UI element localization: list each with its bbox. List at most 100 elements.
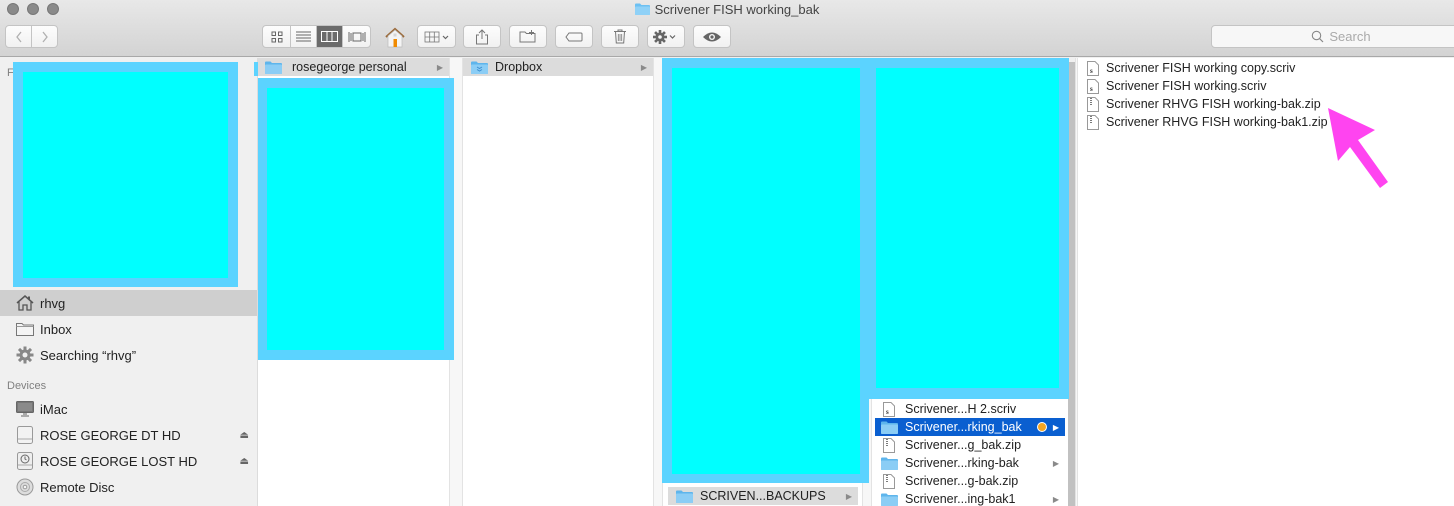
orange-tag-icon xyxy=(1037,422,1047,432)
scrivener-file-icon: s xyxy=(880,401,898,417)
arrange-button[interactable] xyxy=(417,25,456,48)
icon-grid-icon xyxy=(271,31,282,42)
home-icon xyxy=(15,294,35,312)
disclosure-arrow-icon: ▶ xyxy=(1052,458,1059,468)
column-row-folder[interactable]: Scrivener...rking-bak ▶ xyxy=(875,454,1065,472)
disclosure-arrow-icon: ▶ xyxy=(1052,422,1059,432)
column-row-dropbox[interactable]: Dropbox ▶ xyxy=(463,58,653,76)
sidebar-item-inbox[interactable]: Inbox xyxy=(0,316,257,342)
column-4-scrollbar[interactable] xyxy=(1068,62,1075,506)
cover-flow-icon xyxy=(348,31,365,42)
annotation-arrow-icon xyxy=(1328,108,1388,188)
delete-button[interactable] xyxy=(601,25,639,48)
column-row-folder[interactable]: Scrivener...ing-bak1 ▶ xyxy=(875,490,1065,506)
row-label: Scrivener...g-bak.zip xyxy=(905,474,1019,488)
file-row[interactable]: s Scrivener FISH working.scriv xyxy=(1087,77,1266,95)
file-row[interactable]: Scrivener RHVG FISH working-bak.zip xyxy=(1087,95,1321,113)
column-row-folder-selected[interactable]: Scrivener...rking_bak ▶ xyxy=(875,418,1065,436)
sidebar-item-searching-rhvg[interactable]: Searching “rhvg” xyxy=(0,342,257,368)
svg-text:s: s xyxy=(1090,85,1093,93)
folder-icon xyxy=(880,492,898,506)
eject-icon[interactable]: ⏏ xyxy=(240,456,249,467)
redacted-region-inner xyxy=(672,68,860,474)
cover-flow-view-button[interactable] xyxy=(343,26,370,47)
icon-view-button[interactable] xyxy=(263,26,291,47)
scrivener-file-icon: s xyxy=(1087,78,1099,94)
sidebar-device-rose-george-lost-hd[interactable]: ROSE GEORGE LOST HD ⏏ xyxy=(0,448,257,474)
disclosure-arrow-icon: ▶ xyxy=(1052,494,1059,504)
drive-icon xyxy=(15,426,35,444)
home-button[interactable] xyxy=(383,25,407,49)
row-label: Scrivener RHVG FISH working-bak1.zip xyxy=(1106,115,1328,129)
zip-file-icon xyxy=(880,437,898,453)
new-folder-button[interactable] xyxy=(509,25,547,48)
trash-icon xyxy=(614,29,626,44)
column-row-scrivener-backups[interactable]: SCRIVEN...BACKUPS ▶ xyxy=(668,487,858,505)
row-label: Scrivener...g_bak.zip xyxy=(905,438,1022,452)
back-button[interactable] xyxy=(6,26,32,47)
sidebar-item-label: Remote Disc xyxy=(40,479,115,495)
sidebar-device-imac[interactable]: iMac xyxy=(0,396,257,422)
row-label: Dropbox xyxy=(495,60,543,74)
disclosure-arrow-icon: ▶ xyxy=(640,62,647,72)
sidebar-item-label: Inbox xyxy=(40,321,72,337)
redacted-region-inner xyxy=(267,88,444,350)
chevron-left-icon xyxy=(15,31,22,42)
zip-file-icon xyxy=(1087,114,1099,130)
action-menu-button[interactable] xyxy=(647,25,685,48)
chevron-right-icon xyxy=(41,31,48,42)
folder-icon xyxy=(880,420,898,434)
search-field[interactable]: Search xyxy=(1211,25,1454,48)
row-label: Scrivener...ing-bak1 xyxy=(905,492,1016,506)
navigation-buttons xyxy=(5,25,58,48)
forward-button[interactable] xyxy=(32,26,57,47)
column-row-rosegeorge-personal[interactable]: rosegeorge personal ▶ xyxy=(258,58,449,76)
quick-look-button[interactable] xyxy=(693,25,731,48)
disc-icon xyxy=(15,478,35,496)
imac-icon xyxy=(15,400,35,418)
folder-icon xyxy=(15,320,35,338)
eye-icon xyxy=(703,32,721,41)
sidebar-item-label: ROSE GEORGE LOST HD xyxy=(40,453,198,469)
new-folder-icon xyxy=(519,30,536,43)
sidebar-device-rose-george-dt-hd[interactable]: ROSE GEORGE DT HD ⏏ xyxy=(0,422,257,448)
sidebar-item-rhvg[interactable]: rhvg xyxy=(0,290,257,316)
file-row[interactable]: s Scrivener FISH working copy.scriv xyxy=(1087,59,1295,77)
svg-text:s: s xyxy=(886,408,889,416)
column-row-file[interactable]: Scrivener...g-bak.zip xyxy=(875,472,1065,490)
arrange-grid-icon xyxy=(424,31,448,42)
row-label: Scrivener FISH working copy.scriv xyxy=(1106,61,1296,75)
share-button[interactable] xyxy=(463,25,501,48)
eject-icon[interactable]: ⏏ xyxy=(240,430,249,441)
view-mode-control xyxy=(262,25,371,48)
list-icon xyxy=(296,31,311,42)
folder-icon xyxy=(264,60,282,74)
column-row-file[interactable]: Scrivener...g_bak.zip xyxy=(875,436,1065,454)
sidebar-item-label: rhvg xyxy=(40,295,66,311)
home-icon xyxy=(385,27,405,48)
tags-button[interactable] xyxy=(555,25,593,48)
row-label: rosegeorge personal xyxy=(292,60,407,74)
svg-text:s: s xyxy=(1090,67,1093,75)
devices-heading: Devices xyxy=(7,380,47,392)
redacted-region-inner xyxy=(876,68,1059,388)
search-placeholder: Search xyxy=(1329,29,1371,44)
search-icon xyxy=(1312,30,1324,43)
column-row-file[interactable]: s Scrivener...H 2.scriv xyxy=(875,400,1065,418)
folder-icon xyxy=(675,489,693,503)
list-view-button[interactable] xyxy=(291,26,317,47)
file-row[interactable]: Scrivener RHVG FISH working-bak1.zip xyxy=(1087,113,1328,131)
folder-icon xyxy=(880,456,898,470)
sidebar-item-label: Searching “rhvg” xyxy=(40,347,137,363)
window-title-text: Scrivener FISH working_bak xyxy=(654,2,820,17)
row-label: Scrivener FISH working.scriv xyxy=(1106,79,1267,93)
folder-icon xyxy=(634,3,650,15)
dropbox-folder-icon xyxy=(470,60,488,74)
scrivener-file-icon: s xyxy=(1087,60,1099,76)
sidebar-device-remote-disc[interactable]: Remote Disc xyxy=(0,474,257,500)
redacted-region-inner xyxy=(23,72,228,278)
tag-icon xyxy=(565,32,583,41)
row-label: Scrivener...H 2.scriv xyxy=(905,402,1017,416)
column-view-button[interactable] xyxy=(317,26,343,47)
sidebar-item-label: iMac xyxy=(40,401,68,417)
